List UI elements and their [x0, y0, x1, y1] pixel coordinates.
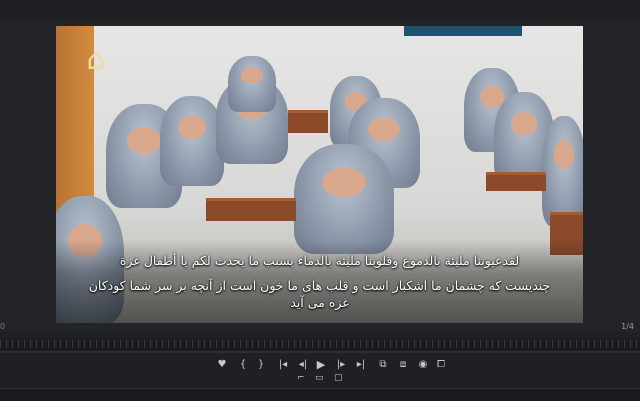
wall-banner	[404, 26, 522, 36]
export-frame-button[interactable]: ⧠	[434, 358, 448, 372]
top-strip	[0, 0, 640, 22]
secondary-controls: ⌐ ▭ ▢	[0, 372, 640, 386]
camera-icon[interactable]: ◉	[416, 358, 430, 372]
play-button[interactable]: ▶	[314, 358, 328, 372]
trim-button[interactable]: ⌐	[297, 372, 305, 384]
timeline-ruler[interactable]	[0, 340, 640, 348]
bottom-bar	[0, 388, 640, 401]
desk	[288, 110, 328, 133]
student	[542, 116, 583, 226]
mark-in-button[interactable]: {	[236, 358, 250, 372]
go-to-out-button[interactable]: ▸|	[354, 358, 368, 372]
desk	[486, 172, 546, 191]
subtitle-arabic: لقدعيوننا مليئة بالدموع وقلوبنا مليئة با…	[119, 253, 520, 268]
go-to-in-button[interactable]: |◂	[276, 358, 290, 372]
subtitle-persian-line-1: چندیست که چشمان ما اشکبار است و قلب های …	[88, 278, 551, 293]
arches-logo-icon: ⌂	[86, 42, 106, 77]
left-marker: 0	[0, 322, 6, 331]
overwrite-button[interactable]: ⧈	[396, 358, 410, 372]
student	[160, 96, 224, 186]
mark-out-button[interactable]: }	[254, 358, 268, 372]
overlay-button[interactable]: ▢	[334, 372, 343, 384]
add-marker-button[interactable]: ♥	[215, 358, 229, 372]
insert-button[interactable]: ⧉	[376, 358, 390, 372]
video-frame[interactable]: ⌂ لقدعيوننا مليئة بالدموع وقلوبنا مليئة …	[56, 26, 583, 323]
student	[228, 56, 276, 112]
frame-indicator: 1/4	[621, 322, 634, 331]
step-back-button[interactable]: ◂|	[296, 358, 310, 372]
subtitle-persian-line-2: غزه می آید	[290, 295, 349, 310]
student	[294, 144, 394, 254]
step-forward-button[interactable]: |▸	[334, 358, 348, 372]
desk	[206, 198, 296, 221]
playback-progress-track[interactable]	[0, 351, 640, 353]
safe-margins-button[interactable]: ▭	[315, 372, 324, 384]
